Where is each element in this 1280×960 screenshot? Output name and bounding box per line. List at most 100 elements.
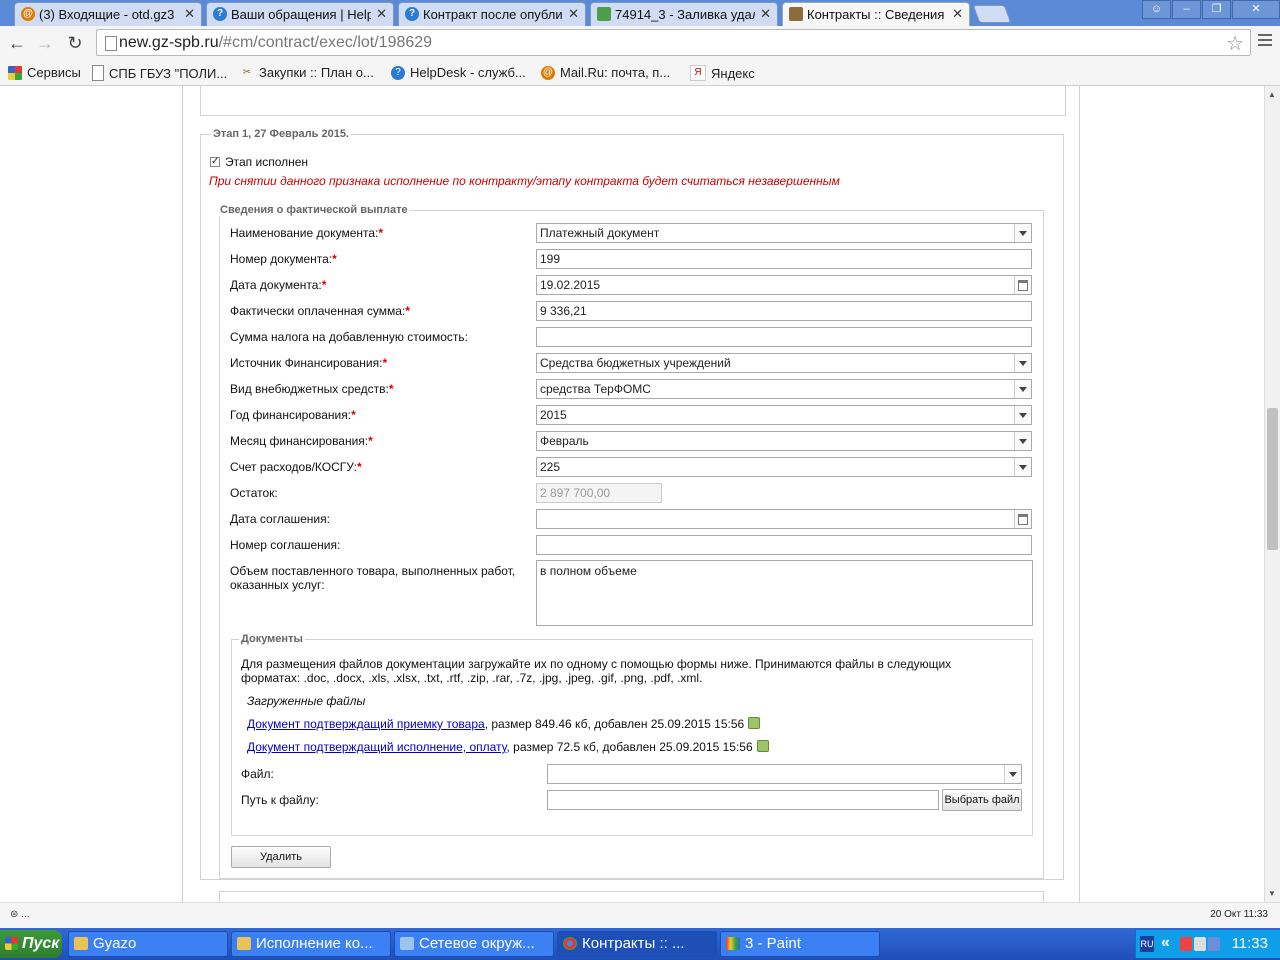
forward-arrow-icon[interactable]: → [34,32,56,54]
offbudget-type-label: Вид внебюджетных средств:* [230,382,394,396]
browser-tab-contracts-active[interactable]: Контракты :: Сведения ✕ [782,2,970,26]
new-tab-button[interactable] [972,5,1012,23]
language-indicator[interactable]: RU [1140,936,1154,952]
fin-year-label: Год финансирования:* [230,408,356,422]
doc-name-select[interactable]: Платежный документ [536,223,1032,243]
browser-tab-inbox[interactable]: @ (3) Входящие - otd.gz3 ✕ [14,2,202,26]
agreement-date-label: Дата соглашения: [230,512,330,526]
payment-legend: Сведения о фактической выплате [218,204,410,216]
reload-icon[interactable]: ↻ [64,32,86,54]
address-bar[interactable]: new.gz-spb.ru/#cm/contract/exec/lot/1986… [96,29,1251,56]
chevron-down-icon[interactable] [1014,458,1031,476]
maximize-button[interactable]: ❐ [1202,0,1231,19]
folder-icon [74,937,88,950]
close-icon[interactable]: ✕ [952,6,963,22]
help-icon: ? [391,65,405,80]
paid-sum-input[interactable]: 9 336,21 [536,301,1032,321]
close-icon[interactable]: ✕ [376,6,387,22]
fin-year-select[interactable]: 2015 [536,405,1032,425]
taskbar-clock: 11:33 [1231,935,1268,952]
bookmark-gbuz[interactable]: СПБ ГБУЗ "ПОЛИ... [92,65,227,81]
doc-number-label: Номер документа:* [230,252,337,266]
help-icon: ? [405,7,419,21]
taskbar-item-execution[interactable]: Исполнение ко... [231,931,391,957]
taskbar-item-paint[interactable]: 3 - Paint [720,931,880,957]
chevron-down-icon[interactable] [1004,765,1021,783]
tab-title: Контракт после опубли [423,7,563,22]
status-left-text: ⊜ ... [10,909,30,920]
fin-month-select[interactable]: Февраль [536,431,1032,451]
balance-label: Остаток: [230,486,278,500]
start-button[interactable]: Пуск [0,930,62,958]
tab-strip: @ (3) Входящие - otd.gz3 ✕ ? Ваши обраще… [0,0,1280,26]
calendar-icon[interactable] [1014,510,1031,528]
doc-date-input[interactable]: 19.02.2015 [536,275,1032,295]
vat-sum-input[interactable] [536,327,1032,347]
close-icon[interactable]: ✕ [568,6,579,22]
balance-input: 2 897 700,00 [536,483,662,503]
calendar-icon[interactable] [1014,276,1031,294]
fin-source-label: Источник Финансирования:* [230,356,388,370]
tray-expand-icon[interactable]: « [1161,934,1170,952]
browser-tab-helpdesk[interactable]: ? Ваши обращения | Help ✕ [206,2,394,26]
page-icon [105,36,117,51]
minimize-button[interactable]: – [1172,0,1201,19]
back-arrow-icon[interactable]: ← [6,32,28,54]
delete-file-icon[interactable] [756,740,769,752]
taskbar-item-gyazo[interactable]: Gyazo [68,931,228,957]
scroll-up-icon[interactable]: ▲ [1268,90,1276,99]
tools-icon [789,7,803,21]
file-link[interactable]: Документ подтверждащий исполнение, оплат… [247,740,506,754]
bookmark-star-icon[interactable]: ☆ [1226,31,1244,56]
expense-account-select[interactable]: 225 [536,457,1032,477]
uploaded-file-item: Документ подтверждащий приемку товара, р… [247,717,761,731]
security-icon[interactable] [1180,937,1192,951]
scroll-down-icon[interactable]: ▼ [1268,889,1276,898]
bookmark-mailru[interactable]: @ Mail.Ru: почта, п... [541,65,670,80]
tab-title: Ваши обращения | Help [231,7,371,22]
speaker-icon[interactable] [1194,937,1206,951]
stage-completed-checkbox[interactable]: ✓ [210,157,220,167]
user-icon[interactable]: ☺ [1142,0,1171,19]
delete-file-icon[interactable] [748,717,761,729]
menu-icon[interactable] [1258,34,1272,49]
close-icon[interactable]: ✕ [760,6,771,22]
delete-stage-button[interactable]: Удалить [231,846,331,868]
offbudget-type-select[interactable]: средства ТерФОМС [536,379,1032,399]
close-icon[interactable]: ✕ [184,6,195,22]
tab-title: (3) Входящие - otd.gz3 [39,7,175,22]
stage-legend: Этап 1, 27 Февраль 2015. [211,128,351,140]
file-path-label: Путь к файлу: [241,793,319,807]
file-path-input[interactable] [547,790,939,810]
scroll-thumb[interactable] [1267,408,1278,550]
taskbar-item-network[interactable]: Сетевое окруж... [394,931,554,957]
chevron-down-icon[interactable] [1014,432,1031,450]
browser-tab-contract[interactable]: ? Контракт после опубли ✕ [398,2,586,26]
chevron-down-icon[interactable] [1014,224,1031,242]
documents-legend: Документы [239,633,305,645]
agreement-date-input[interactable] [536,509,1032,529]
page-scrollbar[interactable]: ▲ ▼ [1264,86,1280,902]
bookmark-zakupki[interactable]: ✂ Закупки :: План о... [240,65,374,80]
close-window-button[interactable]: ✕ [1232,0,1280,19]
file-select[interactable] [547,764,1022,784]
fin-source-select[interactable]: Средства бюджетных учреждений [536,353,1032,373]
chevron-down-icon[interactable] [1014,380,1031,398]
chevron-down-icon[interactable] [1014,406,1031,424]
volume-textarea[interactable]: в полном объеме [536,560,1033,626]
bookmark-yandex[interactable]: Я Яндекс [690,65,755,81]
doc-number-input[interactable]: 199 [536,249,1032,269]
bookmark-helpdesk[interactable]: ? HelpDesk - служб... [391,65,526,80]
taskbar-item-contracts[interactable]: Контракты :: ... [557,931,717,957]
file-link[interactable]: Документ подтверждащий приемку товара [247,717,485,731]
browser-tab-image[interactable]: 74914_3 - Заливка удал ✕ [590,2,778,26]
previous-section-box [200,86,1066,116]
expense-account-label: Счет расходов/КОСГУ:* [230,460,362,474]
network-tray-icon[interactable] [1208,937,1220,951]
chevron-down-icon[interactable] [1014,354,1031,372]
browse-file-button[interactable]: Выбрать файл [942,789,1022,811]
agreement-number-input[interactable] [536,535,1032,555]
bookmark-services[interactable]: Сервисы [8,65,81,80]
apps-icon [8,65,22,80]
paint-icon [726,937,740,950]
